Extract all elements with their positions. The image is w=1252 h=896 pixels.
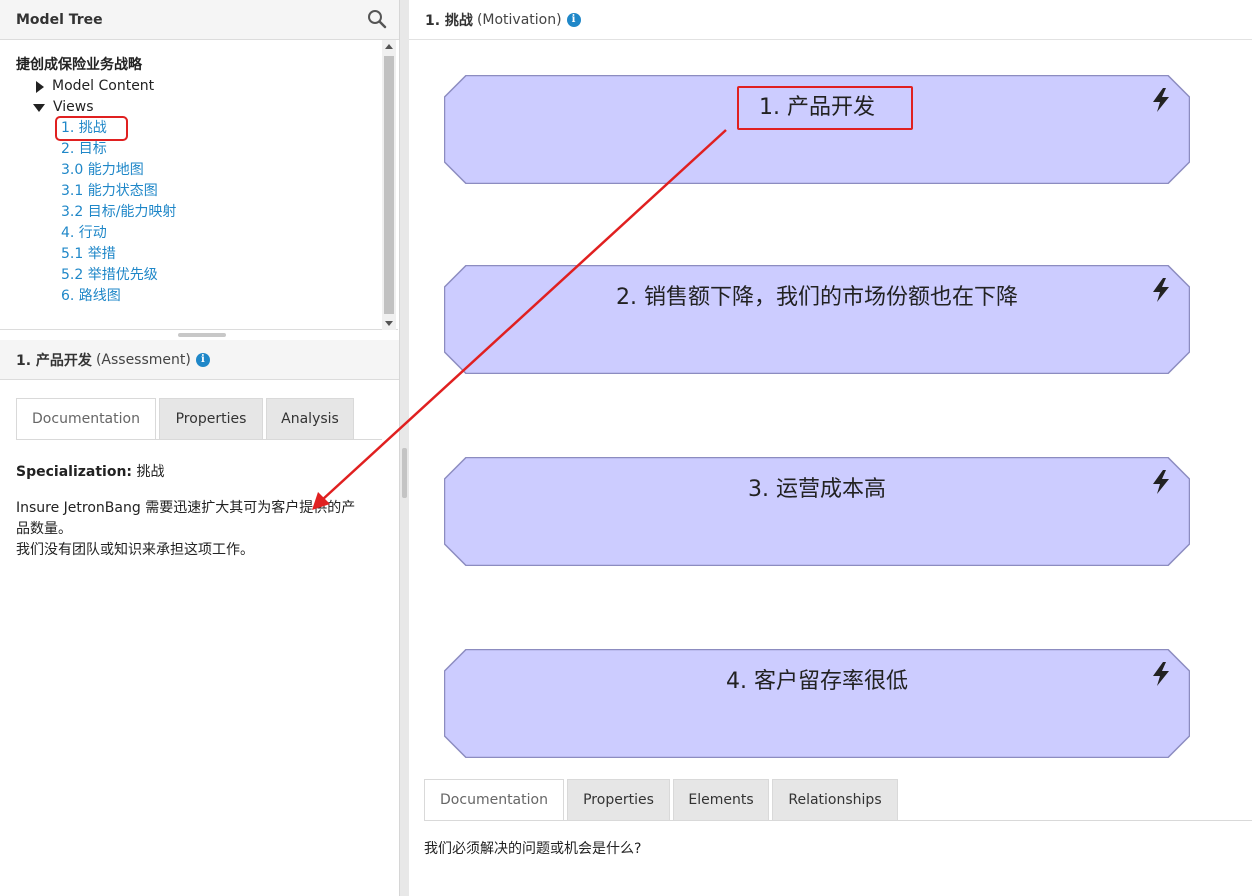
info-icon[interactable]: i — [195, 352, 210, 367]
doc-text-line: 我们没有团队或知识来承担这项工作。 — [16, 542, 254, 558]
assessment-element[interactable]: 2. 销售额下降，我们的市场份额也在下降 — [444, 265, 1190, 374]
tree-view-challenge[interactable]: 1. 挑战 — [55, 116, 128, 141]
view-panel: 1. 挑战 (Motivation) i 1. 产品开发 2. 销售额下降，我们… — [409, 0, 1252, 896]
tab-documentation[interactable]: Documentation — [424, 779, 564, 821]
doc-text-line: Insure JetronBang 需要迅速扩大其可为客户提供的产 — [16, 500, 356, 516]
scrollbar-thumb[interactable] — [384, 56, 394, 314]
tree-view-capability-status[interactable]: 3.1 能力状态图 — [61, 181, 158, 202]
element-header: 1. 产品开发 (Assessment) i — [0, 340, 399, 380]
tab-documentation[interactable]: Documentation — [16, 398, 156, 440]
tree-node-label: Model Content — [52, 78, 155, 94]
lightning-bolt-icon — [1153, 470, 1169, 494]
doc-text-line: 品数量。 — [16, 521, 72, 537]
tab-elements[interactable]: Elements — [673, 779, 769, 821]
tree-view-goals[interactable]: 2. 目标 — [61, 139, 107, 160]
specialization-value: 挑战 — [136, 464, 165, 480]
view-title: 1. 挑战 — [425, 12, 473, 29]
tree-view-capability-map[interactable]: 3.0 能力地图 — [61, 160, 144, 181]
panel-resize-handle[interactable] — [178, 333, 226, 337]
tree-view-initiative-priority[interactable]: 5.2 举措优先级 — [61, 265, 158, 286]
element-type: (Assessment) — [95, 351, 191, 368]
lightning-bolt-icon — [1153, 278, 1169, 302]
splitter-grip[interactable] — [402, 448, 407, 498]
assessment-element[interactable]: 4. 客户留存率很低 — [444, 649, 1190, 758]
tab-relationships[interactable]: Relationships — [772, 779, 898, 821]
tree-view-initiatives[interactable]: 5.1 举措 — [61, 244, 116, 265]
assessment-label: 4. 客户留存率很低 — [726, 669, 908, 694]
panel-splitter[interactable] — [400, 0, 409, 896]
element-tabs: Documentation Properties Analysis — [16, 398, 357, 440]
view-tabs: Documentation Properties Elements Relati… — [424, 779, 901, 821]
tab-properties[interactable]: Properties — [159, 398, 263, 440]
lightning-bolt-icon — [1153, 88, 1169, 112]
tree-view-actions[interactable]: 4. 行动 — [61, 223, 107, 244]
specialization-label: Specialization: — [16, 464, 133, 480]
view-header: 1. 挑战 (Motivation) i — [409, 0, 1252, 40]
assessment-label: 2. 销售额下降，我们的市场份额也在下降 — [616, 285, 1018, 310]
model-tree: 捷创成保险业务战略 Model Content Views 1. 挑战 2. 目… — [0, 40, 398, 330]
assessment-element[interactable]: 1. 产品开发 — [444, 75, 1190, 184]
tab-divider — [424, 820, 1252, 821]
tab-divider — [16, 439, 382, 440]
tree-node-views[interactable]: Views — [16, 97, 176, 118]
left-panel: Model Tree 捷创成保险业务战略 Model Content Views… — [0, 0, 400, 896]
tree-view-goal-capability-mapping[interactable]: 3.2 目标/能力映射 — [61, 202, 176, 223]
model-tree-header: Model Tree — [0, 0, 399, 40]
tree-scrollbar[interactable] — [382, 40, 396, 330]
element-title: 1. 产品开发 — [16, 352, 92, 369]
assessment-label: 1. 产品开发 — [759, 95, 875, 120]
lightning-bolt-icon — [1153, 662, 1169, 686]
collapse-caret-icon[interactable] — [33, 103, 45, 112]
assessment-label: 3. 运营成本高 — [748, 477, 886, 502]
element-documentation: Specialization: 挑战 Insure JetronBang 需要迅… — [16, 462, 376, 561]
assessment-element[interactable]: 3. 运营成本高 — [444, 457, 1190, 566]
info-icon[interactable]: i — [566, 12, 581, 27]
tree-node-label: Views — [53, 99, 94, 115]
view-type: (Motivation) — [476, 11, 562, 28]
tab-analysis[interactable]: Analysis — [266, 398, 354, 440]
search-icon[interactable] — [367, 9, 387, 29]
view-documentation: 我们必须解决的问题或机会是什么? — [424, 841, 642, 857]
scroll-up-icon[interactable] — [385, 44, 393, 49]
model-tree-title: Model Tree — [16, 11, 103, 28]
tab-properties[interactable]: Properties — [567, 779, 670, 821]
tree-node-model-content[interactable]: Model Content — [16, 76, 176, 97]
scroll-down-icon[interactable] — [385, 321, 393, 326]
tree-root-model[interactable]: 捷创成保险业务战略 — [16, 55, 176, 76]
tree-view-roadmap[interactable]: 6. 路线图 — [61, 286, 121, 307]
expand-caret-icon[interactable] — [36, 80, 44, 93]
specialization: Specialization: 挑战 — [16, 462, 376, 483]
